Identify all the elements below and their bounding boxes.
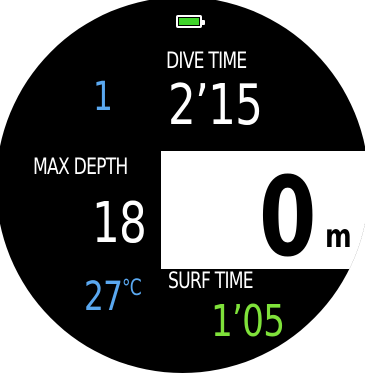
temperature-value: 27 xyxy=(84,274,123,320)
surface-time-label: SURF TIME xyxy=(168,269,254,294)
max-depth-value: 18 xyxy=(92,191,147,256)
water-temperature: 27 °C xyxy=(84,274,142,320)
depth-unit: m xyxy=(325,217,352,255)
surface-time-value: 1’05 xyxy=(211,296,285,347)
current-depth-value: 0 xyxy=(259,153,316,281)
dive-computer-screen: 1 DIVE TIME 2’15 MAX DEPTH 18 0 m 27 °C … xyxy=(0,0,365,373)
temperature-unit: °C xyxy=(122,276,142,301)
watch-face: 1 DIVE TIME 2’15 MAX DEPTH 18 0 m 27 °C … xyxy=(0,0,365,373)
battery-level xyxy=(179,18,199,25)
battery-tip xyxy=(202,20,205,25)
dive-time-value: 2’15 xyxy=(168,73,263,138)
battery-full-icon xyxy=(176,15,205,28)
dive-number: 1 xyxy=(93,74,113,120)
max-depth-label: MAX DEPTH xyxy=(33,155,128,180)
dive-time-label: DIVE TIME xyxy=(166,49,247,74)
current-depth-panel: 0 m xyxy=(161,151,365,281)
